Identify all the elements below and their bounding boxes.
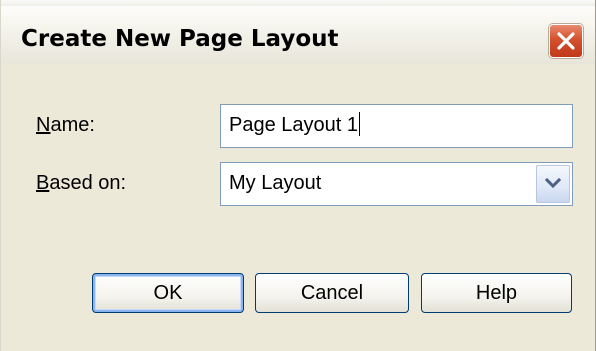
help-button[interactable]: Help bbox=[421, 273, 572, 313]
based-on-label-mnemonic: B bbox=[36, 172, 50, 194]
close-icon bbox=[557, 32, 575, 50]
dialog-title: Create New Page Layout bbox=[21, 26, 339, 52]
title-bar[interactable]: Create New Page Layout bbox=[1, 0, 595, 64]
based-on-selected-value: My Layout bbox=[229, 172, 322, 194]
name-input[interactable]: Page Layout 1 bbox=[220, 104, 573, 148]
chevron-down-icon bbox=[544, 177, 562, 189]
cancel-button[interactable]: Cancel bbox=[255, 273, 409, 313]
name-label-text: ame: bbox=[50, 114, 95, 136]
based-on-label-text: ased on: bbox=[49, 172, 127, 194]
name-input-value: Page Layout 1 bbox=[229, 114, 358, 136]
based-on-select[interactable]: My Layout bbox=[220, 162, 573, 206]
dropdown-button[interactable] bbox=[536, 165, 570, 203]
name-label: Name: bbox=[36, 114, 95, 137]
name-label-mnemonic: N bbox=[36, 114, 51, 136]
based-on-label: Based on: bbox=[36, 172, 126, 195]
close-button[interactable] bbox=[549, 24, 583, 58]
create-page-layout-dialog: Create New Page Layout Name: Page Layout… bbox=[0, 0, 596, 351]
ok-button[interactable]: OK bbox=[92, 273, 244, 313]
title-bar-edge bbox=[1, 0, 595, 6]
text-caret bbox=[359, 112, 360, 136]
